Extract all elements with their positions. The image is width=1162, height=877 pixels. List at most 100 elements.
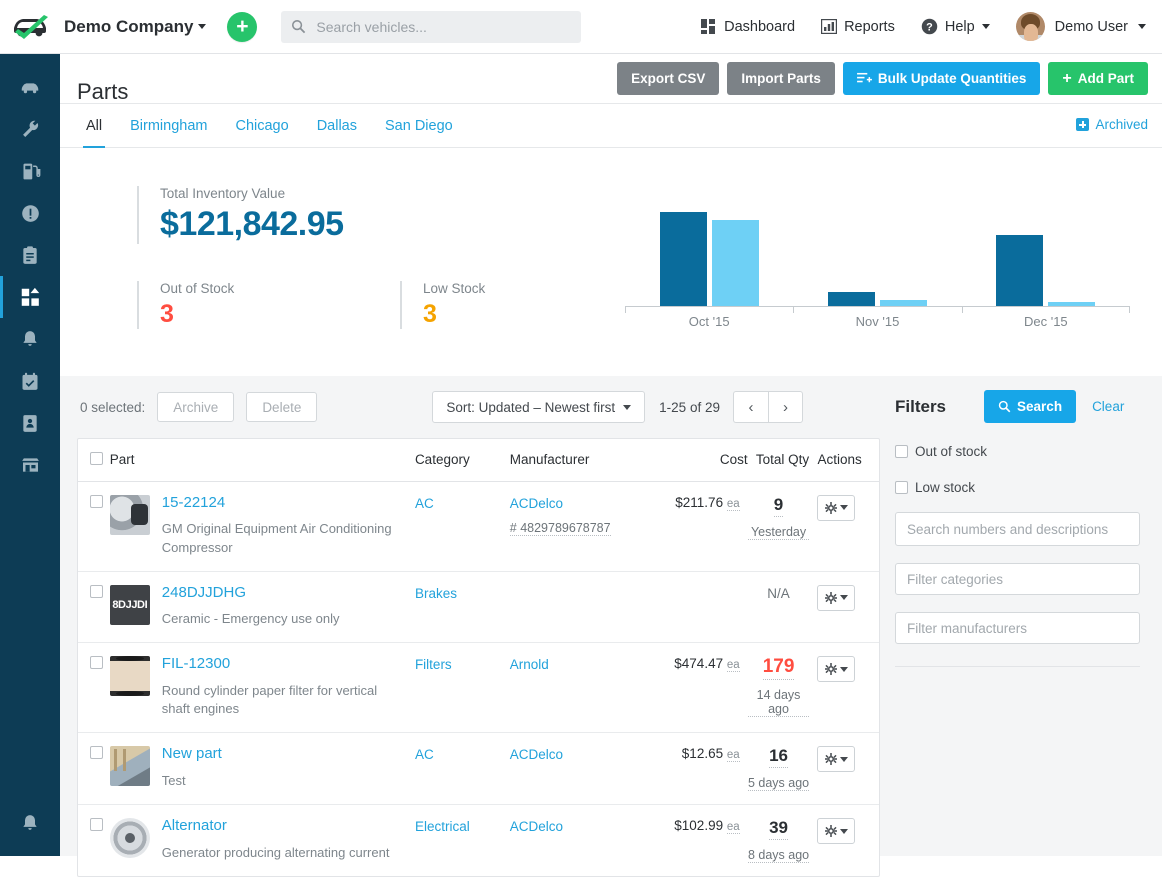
sidebar-item-vehicles[interactable] bbox=[0, 66, 60, 108]
col-cost[interactable]: Cost bbox=[653, 439, 748, 482]
filter-manufacturers-input[interactable] bbox=[895, 612, 1140, 644]
sidebar-item-issues[interactable] bbox=[0, 192, 60, 234]
next-page-button[interactable]: › bbox=[767, 391, 803, 423]
row-actions-button[interactable] bbox=[817, 584, 856, 611]
nav-dashboard[interactable]: Dashboard bbox=[701, 19, 795, 35]
import-parts-button[interactable]: Import Parts bbox=[727, 62, 835, 95]
tab-chicago[interactable]: Chicago bbox=[221, 104, 302, 148]
part-thumbnail[interactable] bbox=[109, 818, 150, 859]
sidebar-item-reminders[interactable] bbox=[0, 318, 60, 360]
cost-unit: ea bbox=[726, 497, 740, 511]
sidebar-item-contacts[interactable] bbox=[0, 402, 60, 444]
search-numbers-descriptions-input[interactable] bbox=[895, 512, 1140, 546]
part-name-link[interactable]: Alternator bbox=[162, 818, 390, 835]
out-of-stock-checkbox[interactable] bbox=[895, 445, 908, 458]
category-link[interactable]: Filters bbox=[415, 657, 452, 672]
archive-button[interactable]: Archive bbox=[157, 392, 235, 422]
table-row[interactable]: FIL-12300 Round cylinder paper filter for… bbox=[78, 642, 879, 734]
quick-add-button[interactable]: + bbox=[227, 11, 258, 42]
tab-san-diego[interactable]: San Diego bbox=[371, 104, 467, 148]
filters-divider bbox=[895, 666, 1140, 667]
col-manufacturer[interactable]: Manufacturer bbox=[509, 439, 654, 482]
manufacturer-link[interactable]: ACDelco bbox=[510, 496, 563, 511]
nav-reports-label: Reports bbox=[844, 18, 895, 35]
export-csv-button[interactable]: Export CSV bbox=[617, 62, 720, 95]
filters-clear-link[interactable]: Clear bbox=[1092, 399, 1124, 414]
filter-out-of-stock[interactable]: Out of stock bbox=[895, 444, 1162, 459]
user-menu[interactable]: Demo User bbox=[1015, 12, 1146, 41]
col-category[interactable]: Category bbox=[414, 439, 510, 482]
part-name-link[interactable]: 248DJJDHG bbox=[162, 584, 340, 602]
manufacturer-link[interactable]: Arnold bbox=[510, 657, 549, 672]
chart-bar bbox=[880, 300, 927, 306]
low-stock-filter-label: Low stock bbox=[915, 480, 976, 495]
row-actions-button[interactable] bbox=[817, 656, 856, 683]
row-checkbox[interactable] bbox=[90, 818, 103, 832]
global-search[interactable] bbox=[281, 10, 582, 43]
part-thumbnail[interactable] bbox=[109, 494, 150, 535]
table-row[interactable]: 15-22124 GM Original Equipment Air Condit… bbox=[78, 481, 879, 572]
bell-icon bbox=[23, 330, 37, 346]
manufacturer-cell: Arnold bbox=[509, 642, 654, 734]
part-name-link[interactable]: FIL-12300 bbox=[162, 656, 394, 673]
category-link[interactable]: AC bbox=[415, 496, 434, 511]
add-part-button[interactable]: + Add Part bbox=[1048, 62, 1148, 95]
filter-low-stock[interactable]: Low stock bbox=[895, 480, 1162, 495]
manufacturer-link[interactable]: ACDelco bbox=[510, 819, 563, 834]
company-switcher[interactable]: Demo Company bbox=[64, 17, 207, 37]
category-link[interactable]: AC bbox=[415, 747, 434, 762]
nav-dashboard-label: Dashboard bbox=[724, 18, 796, 35]
cost-cell: $474.47 ea bbox=[653, 642, 748, 734]
tab-birmingham[interactable]: Birmingham bbox=[116, 104, 221, 148]
part-thumbnail[interactable] bbox=[109, 656, 150, 697]
archived-toggle[interactable]: Archived bbox=[1076, 117, 1148, 132]
sidebar-item-fuel[interactable] bbox=[0, 150, 60, 192]
low-stock-checkbox[interactable] bbox=[895, 481, 908, 494]
manufacturer-link[interactable]: ACDelco bbox=[510, 747, 563, 762]
sidebar-item-notifications[interactable] bbox=[0, 802, 60, 844]
sidebar-item-inspections[interactable] bbox=[0, 234, 60, 276]
app-logo[interactable] bbox=[0, 0, 60, 54]
table-row[interactable]: New part Test AC ACDelco $12.65 ea 16 5 days a… bbox=[78, 732, 879, 806]
navbar-right: Dashboard Reports ? Help Demo User bbox=[701, 12, 1162, 41]
bulk-update-quantities-button[interactable]: Bulk Update Quantities bbox=[842, 62, 1041, 95]
tab-all[interactable]: All bbox=[72, 104, 116, 149]
table-row[interactable]: Alternator Generator producing alternatin… bbox=[78, 805, 879, 876]
search-input[interactable] bbox=[314, 17, 570, 36]
row-checkbox[interactable] bbox=[90, 494, 103, 508]
col-total-qty[interactable]: Total Qty bbox=[747, 439, 818, 482]
row-actions-button[interactable] bbox=[817, 818, 856, 845]
sidebar-item-vendors[interactable] bbox=[0, 444, 60, 486]
nav-help[interactable]: ? Help bbox=[921, 18, 990, 35]
filter-categories-input[interactable] bbox=[895, 563, 1140, 595]
part-name-link[interactable]: 15-22124 bbox=[162, 494, 394, 512]
sidebar-item-schedule[interactable] bbox=[0, 360, 60, 402]
part-name-link[interactable]: New part bbox=[162, 746, 222, 763]
category-link[interactable]: Brakes bbox=[415, 586, 457, 601]
out-of-stock-stat: Out of Stock 3 bbox=[137, 281, 234, 329]
select-all-checkbox[interactable] bbox=[90, 451, 103, 465]
manufacturer-cell: ACDelco # 4829789678787 bbox=[509, 481, 654, 572]
part-thumbnail[interactable]: 8DJJDI bbox=[109, 584, 150, 625]
prev-page-button[interactable]: ‹ bbox=[732, 391, 768, 423]
sort-dropdown[interactable]: Sort: Updated – Newest first bbox=[432, 391, 646, 423]
sidebar-item-service[interactable] bbox=[0, 108, 60, 150]
tab-dallas[interactable]: Dallas bbox=[303, 104, 371, 148]
nav-reports[interactable]: Reports bbox=[821, 19, 895, 35]
shop-icon bbox=[21, 458, 39, 472]
row-actions-button[interactable] bbox=[817, 494, 856, 521]
part-thumbnail[interactable] bbox=[109, 746, 150, 787]
total-qty-cell: 179 14 days ago bbox=[747, 642, 818, 734]
delete-button[interactable]: Delete bbox=[246, 392, 318, 422]
chevron-right-icon: › bbox=[782, 398, 788, 416]
filters-search-button[interactable]: Search bbox=[984, 390, 1077, 423]
table-row[interactable]: 8DJJDI 248DJJDHG Ceramic - Emergency use o… bbox=[78, 571, 879, 644]
row-checkbox[interactable] bbox=[90, 656, 103, 670]
col-part[interactable]: Part bbox=[109, 439, 415, 482]
row-checkbox[interactable] bbox=[90, 746, 103, 760]
qty-updated-ago: Yesterday bbox=[747, 525, 810, 540]
sidebar-item-parts[interactable] bbox=[0, 276, 60, 318]
category-link[interactable]: Electrical bbox=[415, 819, 470, 834]
row-actions-button[interactable] bbox=[817, 746, 856, 773]
row-checkbox[interactable] bbox=[90, 584, 103, 598]
